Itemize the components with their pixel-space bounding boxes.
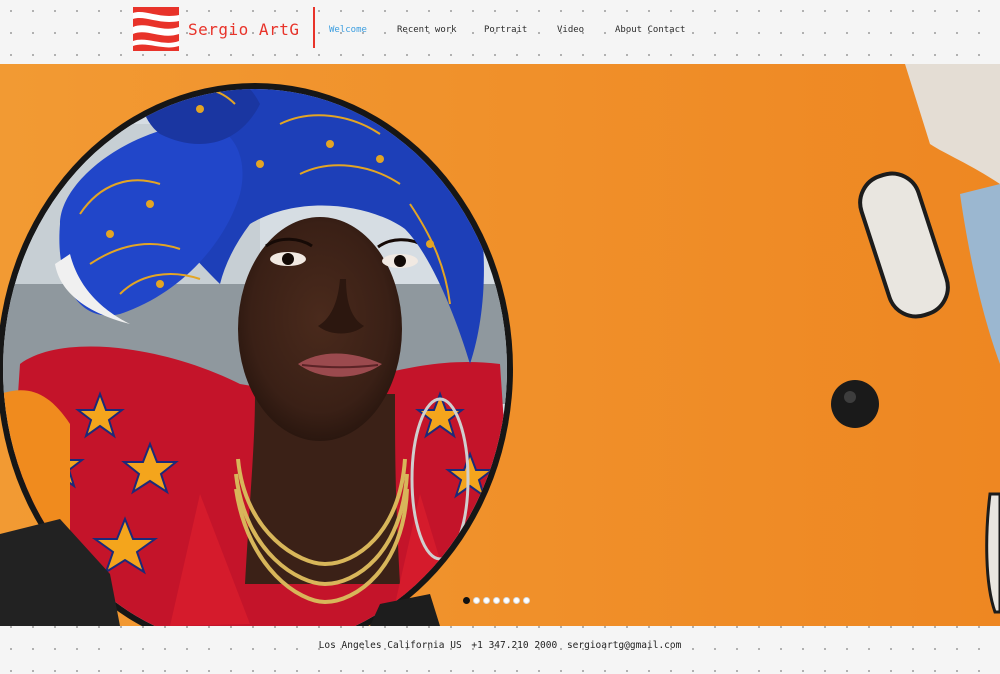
contact-info: Los Angeles California US +1 347.210 200… xyxy=(0,640,1000,651)
slide-dot-5[interactable] xyxy=(503,597,510,604)
hero-portrait-image xyxy=(0,64,1000,626)
nav-portrait[interactable]: Portrait xyxy=(484,25,527,35)
slideshow-dots xyxy=(463,597,530,607)
site-header: Sergio ArtG Welcome Recent work Portrait… xyxy=(0,0,1000,64)
slide-dot-3[interactable] xyxy=(483,597,490,604)
nav-welcome[interactable]: Welcome xyxy=(329,25,367,35)
slide-dot-6[interactable] xyxy=(513,597,520,604)
hero-slideshow[interactable] xyxy=(0,64,1000,626)
slide-dot-2[interactable] xyxy=(473,597,480,604)
footer-phone[interactable]: +1 347.210 2000 xyxy=(471,640,557,651)
footer-location: Los Angeles California US xyxy=(318,640,462,651)
slide-dot-4[interactable] xyxy=(493,597,500,604)
slide-dot-1[interactable] xyxy=(463,597,470,604)
nav-recent-work[interactable]: Recent work xyxy=(397,25,457,35)
nav-about-contact[interactable]: About Contact xyxy=(615,25,685,35)
nav-video[interactable]: Video xyxy=(557,25,584,35)
slide-dot-7[interactable] xyxy=(523,597,530,604)
main-nav: Welcome Recent work Portrait Video About… xyxy=(0,0,1000,64)
footer-email[interactable]: sergioartg@gmail.com xyxy=(567,640,681,651)
site-footer: Los Angeles California US +1 347.210 200… xyxy=(0,626,1000,674)
